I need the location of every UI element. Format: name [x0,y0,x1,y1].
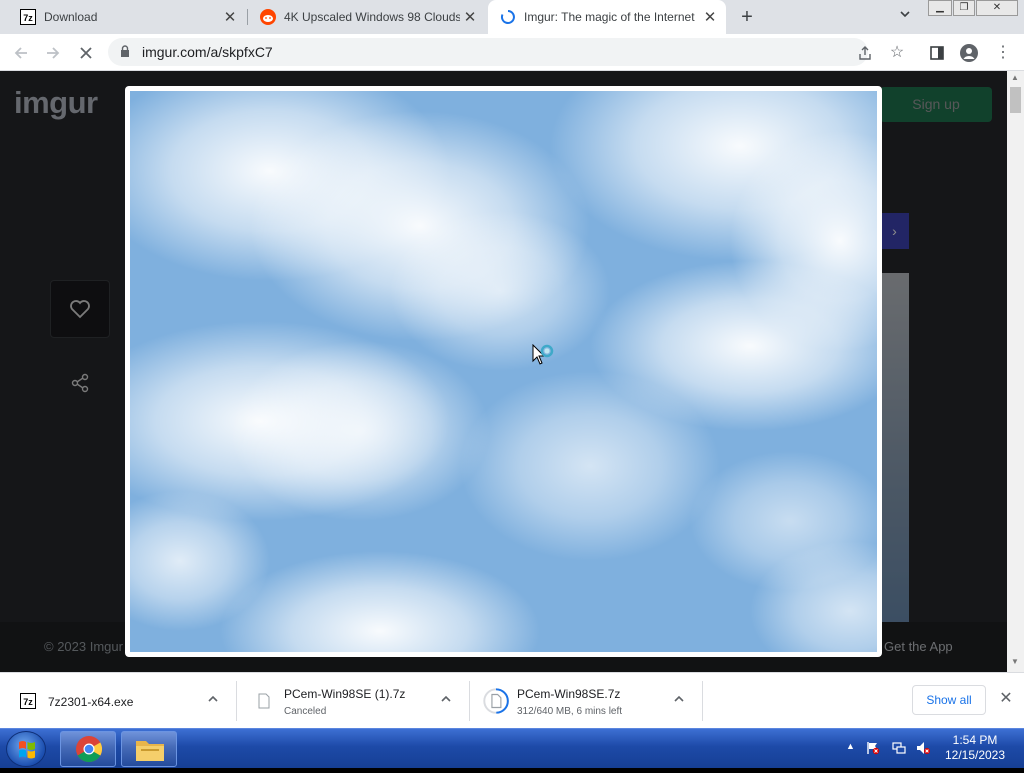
scrollbar-thumb[interactable] [1010,87,1021,113]
tab-reddit[interactable]: 4K Upscaled Windows 98 Clouds ✕ [248,0,486,34]
download-item[interactable]: PCem-Win98SE.7z 312/640 MB, 6 mins left [469,673,702,729]
close-tab-icon[interactable]: ✕ [700,8,720,26]
profile-avatar-icon[interactable] [958,42,980,64]
page-scrollbar[interactable]: ▲ ▼ [1007,71,1024,672]
tab-title: 4K Upscaled Windows 98 Clouds [284,10,460,24]
volume-muted-icon[interactable] [916,741,930,755]
show-hidden-icons-arrow[interactable]: ▲ [846,741,855,751]
back-arrow-icon[interactable] [10,42,32,64]
restore-button[interactable]: ❐ [953,0,975,16]
download-filename: PCem-Win98SE (1).7z [284,687,406,701]
tab-search-chevron-icon[interactable] [896,8,914,26]
tab-title: Imgur: The magic of the Internet [524,10,695,24]
image-lightbox[interactable] [125,86,882,657]
forward-arrow-icon[interactable] [42,42,64,64]
clock-date: 12/15/2023 [944,748,1006,762]
download-status: 312/640 MB, 6 mins left [517,706,623,717]
close-tab-icon[interactable]: ✕ [220,8,240,26]
downloads-bar: 7z 7z2301-x64.exe PCem-Win98SE (1).7z Ca… [0,672,1024,728]
action-center-flag-icon[interactable] [866,741,880,755]
file-icon [258,693,270,709]
clock-time: 1:54 PM [952,733,998,747]
svg-text:7z: 7z [23,13,33,23]
download-options-chevron-icon[interactable] [672,693,686,707]
tab-imgur[interactable]: Imgur: The magic of the Internet ✕ [488,0,726,34]
svg-text:7z: 7z [23,697,33,707]
reddit-icon [260,9,276,25]
download-separator [702,681,703,721]
download-options-chevron-icon[interactable] [206,693,220,707]
loading-spinner-icon [500,10,515,24]
share-page-icon[interactable] [854,42,876,64]
close-downloads-bar-icon[interactable]: ✕ [998,691,1014,707]
minimize-button[interactable]: ▁ [928,0,952,16]
busy-cursor-icon [532,344,554,365]
download-progress-icon [483,688,509,714]
window-close-button[interactable]: ✕ [976,0,1018,16]
windows-logo-icon [19,741,35,759]
taskbar-clock[interactable]: 1:54 PM 12/15/2023 [940,733,1010,763]
start-button[interactable] [6,731,46,767]
taskbar-chrome-button[interactable] [60,731,116,767]
download-item[interactable]: PCem-Win98SE (1).7z Canceled [236,673,469,729]
chrome-icon [76,736,103,763]
url-text: imgur.com/a/skpfxC7 [142,44,273,60]
bookmark-star-icon[interactable]: ☆ [886,42,908,64]
side-panel-icon[interactable] [926,42,948,64]
7zip-icon: 7z [20,9,36,25]
show-all-downloads-button[interactable]: Show all [912,685,986,715]
browser-toolbar: imgur.com/a/skpfxC7 ☆ ⋮ [0,34,1024,71]
tab-title: Download [44,10,98,24]
download-options-chevron-icon[interactable] [439,693,453,707]
7zip-file-icon: 7z [20,693,36,709]
scroll-down-arrow-icon[interactable]: ▼ [1011,657,1019,666]
network-icon[interactable] [892,741,906,755]
clouds-image [130,91,877,652]
taskbar-explorer-button[interactable] [121,731,177,767]
new-tab-button[interactable]: + [736,6,758,28]
browser-tab-strip: 7z Download ✕ 4K Upscaled Windows 98 Clo… [0,0,1024,34]
more-menu-icon[interactable]: ⋮ [992,42,1014,64]
windows-taskbar: ▲ 1:54 PM 12/15/2023 [0,728,1024,768]
address-bar[interactable]: imgur.com/a/skpfxC7 [108,38,868,66]
lock-icon [121,45,129,57]
close-tab-icon[interactable]: ✕ [460,8,480,26]
tab-download[interactable]: 7z Download ✕ [8,0,246,34]
scroll-up-arrow-icon[interactable]: ▲ [1011,73,1019,82]
download-filename: 7z2301-x64.exe [48,695,134,709]
folder-icon [136,741,164,761]
download-filename: PCem-Win98SE.7z [517,687,621,701]
stop-loading-icon[interactable] [75,42,97,64]
download-status: Canceled [284,706,327,717]
download-item[interactable]: 7z 7z2301-x64.exe [0,673,236,729]
